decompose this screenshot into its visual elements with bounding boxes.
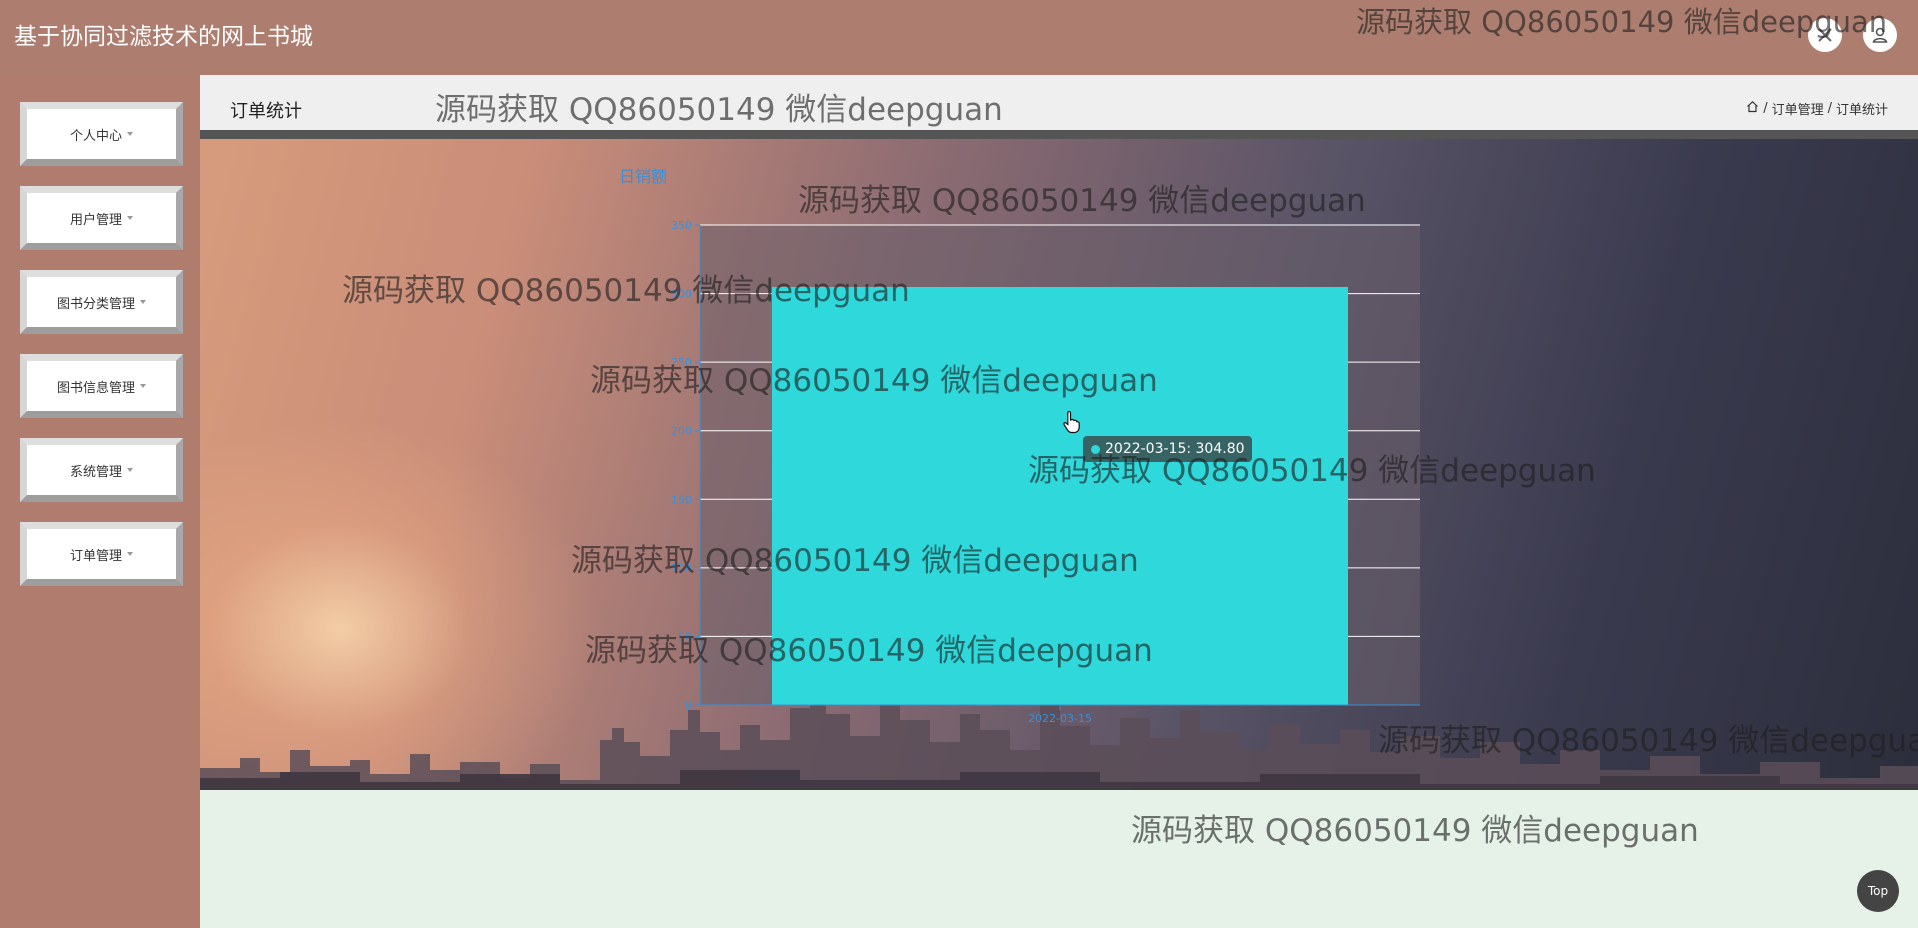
watermark-text: 源码获取 QQ86050149 微信deepguan (590, 363, 1158, 399)
watermark-text: 源码获取 QQ86050149 微信deepguan (1028, 453, 1596, 489)
hand-pointer-icon (1062, 410, 1080, 438)
back-to-top-button[interactable]: Top (1857, 870, 1899, 912)
watermark-text: 源码获取 QQ86050149 微信deepguan (1131, 813, 1699, 849)
watermark-text: 源码获取 QQ86050149 微信deepguan (1378, 723, 1918, 759)
watermark-text: 源码获取 QQ86050149 微信deepguan (1356, 5, 1888, 39)
y-tick-label: 0 (685, 699, 692, 712)
watermark-text: 源码获取 QQ86050149 微信deepguan (435, 92, 1003, 128)
y-tick-label: 150 (671, 493, 692, 506)
y-axis-label: 日销额 (619, 167, 667, 186)
watermark-text: 源码获取 QQ86050149 微信deepguan (798, 183, 1366, 219)
daily-sales-chart: 050100150200250300350 2022-03-15 日销额 (619, 167, 1420, 725)
watermark-text: 源码获取 QQ86050149 微信deepguan (571, 543, 1139, 579)
y-tick-label: 200 (671, 425, 692, 438)
footer-area (200, 790, 1918, 928)
watermark-text: 源码获取 QQ86050149 微信deepguan (342, 273, 910, 309)
watermark-text: 源码获取 QQ86050149 微信deepguan (585, 633, 1153, 669)
y-tick-label: 350 (671, 219, 692, 232)
x-tick-label: 2022-03-15 (1028, 712, 1092, 725)
